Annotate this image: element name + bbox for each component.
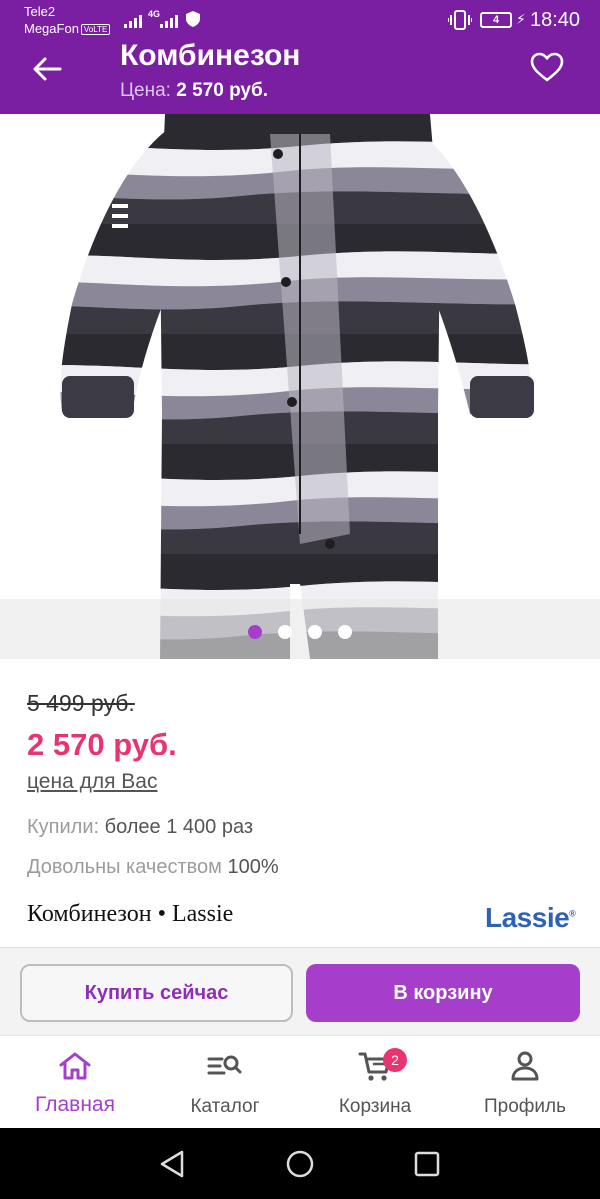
carrier-1: Tele2 bbox=[24, 4, 56, 19]
system-back-button[interactable] bbox=[152, 1146, 192, 1182]
charging-icon: ⚡ bbox=[516, 11, 526, 27]
square-recents-icon bbox=[414, 1151, 440, 1177]
heart-outline-icon bbox=[530, 52, 564, 82]
old-price: 5 499 руб. bbox=[27, 690, 135, 716]
shield-icon bbox=[186, 11, 200, 32]
product-image-gallery[interactable] bbox=[0, 114, 600, 659]
quality-stat: Довольны качеством 100% bbox=[27, 856, 279, 879]
nav-label-profile: Профиль bbox=[483, 1096, 567, 1117]
status-bar: Tele2 MegaFon VoLTE 4G 4 ⚡ 18:40 bbox=[0, 0, 600, 40]
nav-item-profile[interactable]: Профиль bbox=[450, 1036, 600, 1129]
gallery-dot-4[interactable] bbox=[338, 625, 352, 639]
catalog-search-icon bbox=[205, 1048, 245, 1084]
carrier-2: MegaFon bbox=[24, 21, 79, 36]
system-recents-button[interactable] bbox=[407, 1146, 447, 1182]
favorite-button[interactable] bbox=[528, 50, 566, 84]
brand-logo[interactable]: Lassie® bbox=[485, 902, 576, 934]
gallery-dot-3[interactable] bbox=[308, 625, 322, 639]
app-header: Комбинезон Цена: 2 570 руб. bbox=[0, 39, 600, 114]
brand-logo-text: Lassie bbox=[485, 902, 570, 933]
add-to-cart-button[interactable]: В корзину bbox=[306, 964, 580, 1022]
nav-item-catalog[interactable]: Каталог bbox=[150, 1036, 300, 1129]
quality-label: Довольны качеством bbox=[27, 856, 222, 878]
cart-count-badge: 2 bbox=[383, 1048, 407, 1072]
volte-badge: VoLTE bbox=[80, 24, 111, 36]
signal-icon bbox=[124, 10, 142, 28]
gallery-pagination bbox=[0, 625, 600, 639]
purchases-stat: Купили: более 1 400 раз bbox=[27, 816, 253, 839]
product-screen: Tele2 MegaFon VoLTE 4G 4 ⚡ 18:40 Комбинез… bbox=[0, 0, 600, 1199]
nav-item-home[interactable]: Главная bbox=[0, 1036, 150, 1129]
system-navigation-bar bbox=[0, 1128, 600, 1199]
header-price-value: 2 570 руб. bbox=[176, 80, 269, 101]
back-button[interactable] bbox=[28, 54, 66, 84]
circle-home-icon bbox=[286, 1150, 314, 1178]
gallery-dot-2[interactable] bbox=[278, 625, 292, 639]
clock: 18:40 bbox=[530, 9, 581, 31]
nav-label-home: Главная bbox=[35, 1093, 115, 1116]
network-type: 4G bbox=[148, 9, 161, 19]
purchases-value: более 1 400 раз bbox=[104, 816, 254, 838]
product-image bbox=[0, 114, 600, 659]
arrow-left-icon bbox=[33, 57, 62, 81]
current-price: 2 570 руб. bbox=[27, 727, 177, 762]
purchase-action-bar: Купить сейчас В корзину bbox=[0, 947, 600, 1035]
carrier-names: Tele2 MegaFon VoLTE bbox=[24, 3, 111, 37]
nav-item-cart[interactable]: 2 Корзина bbox=[300, 1036, 450, 1129]
page-title: Комбинезон bbox=[120, 39, 301, 72]
quality-value: 100% bbox=[227, 856, 279, 878]
header-price: Цена: 2 570 руб. bbox=[120, 78, 268, 104]
battery-icon: 4 bbox=[480, 12, 512, 28]
nav-label-catalog: Каталог bbox=[190, 1096, 260, 1117]
signal-icon-2 bbox=[160, 10, 178, 28]
header-price-label: Цена: bbox=[120, 80, 171, 101]
buy-now-button[interactable]: Купить сейчас bbox=[20, 964, 293, 1022]
system-home-button[interactable] bbox=[280, 1146, 320, 1182]
home-icon bbox=[55, 1048, 95, 1084]
purchases-label: Купили: bbox=[27, 816, 100, 838]
bottom-navigation: Главная Каталог 2 Корзина Профиль bbox=[0, 1035, 600, 1128]
profile-icon bbox=[505, 1048, 545, 1084]
product-name: Комбинезон • Lassie bbox=[27, 901, 234, 927]
price-for-you-link[interactable]: цена для Вас bbox=[27, 770, 157, 794]
triangle-back-icon bbox=[160, 1150, 184, 1178]
gallery-dot-1[interactable] bbox=[248, 625, 262, 639]
nav-label-cart: Корзина bbox=[338, 1096, 412, 1117]
vibrate-icon bbox=[447, 10, 473, 35]
